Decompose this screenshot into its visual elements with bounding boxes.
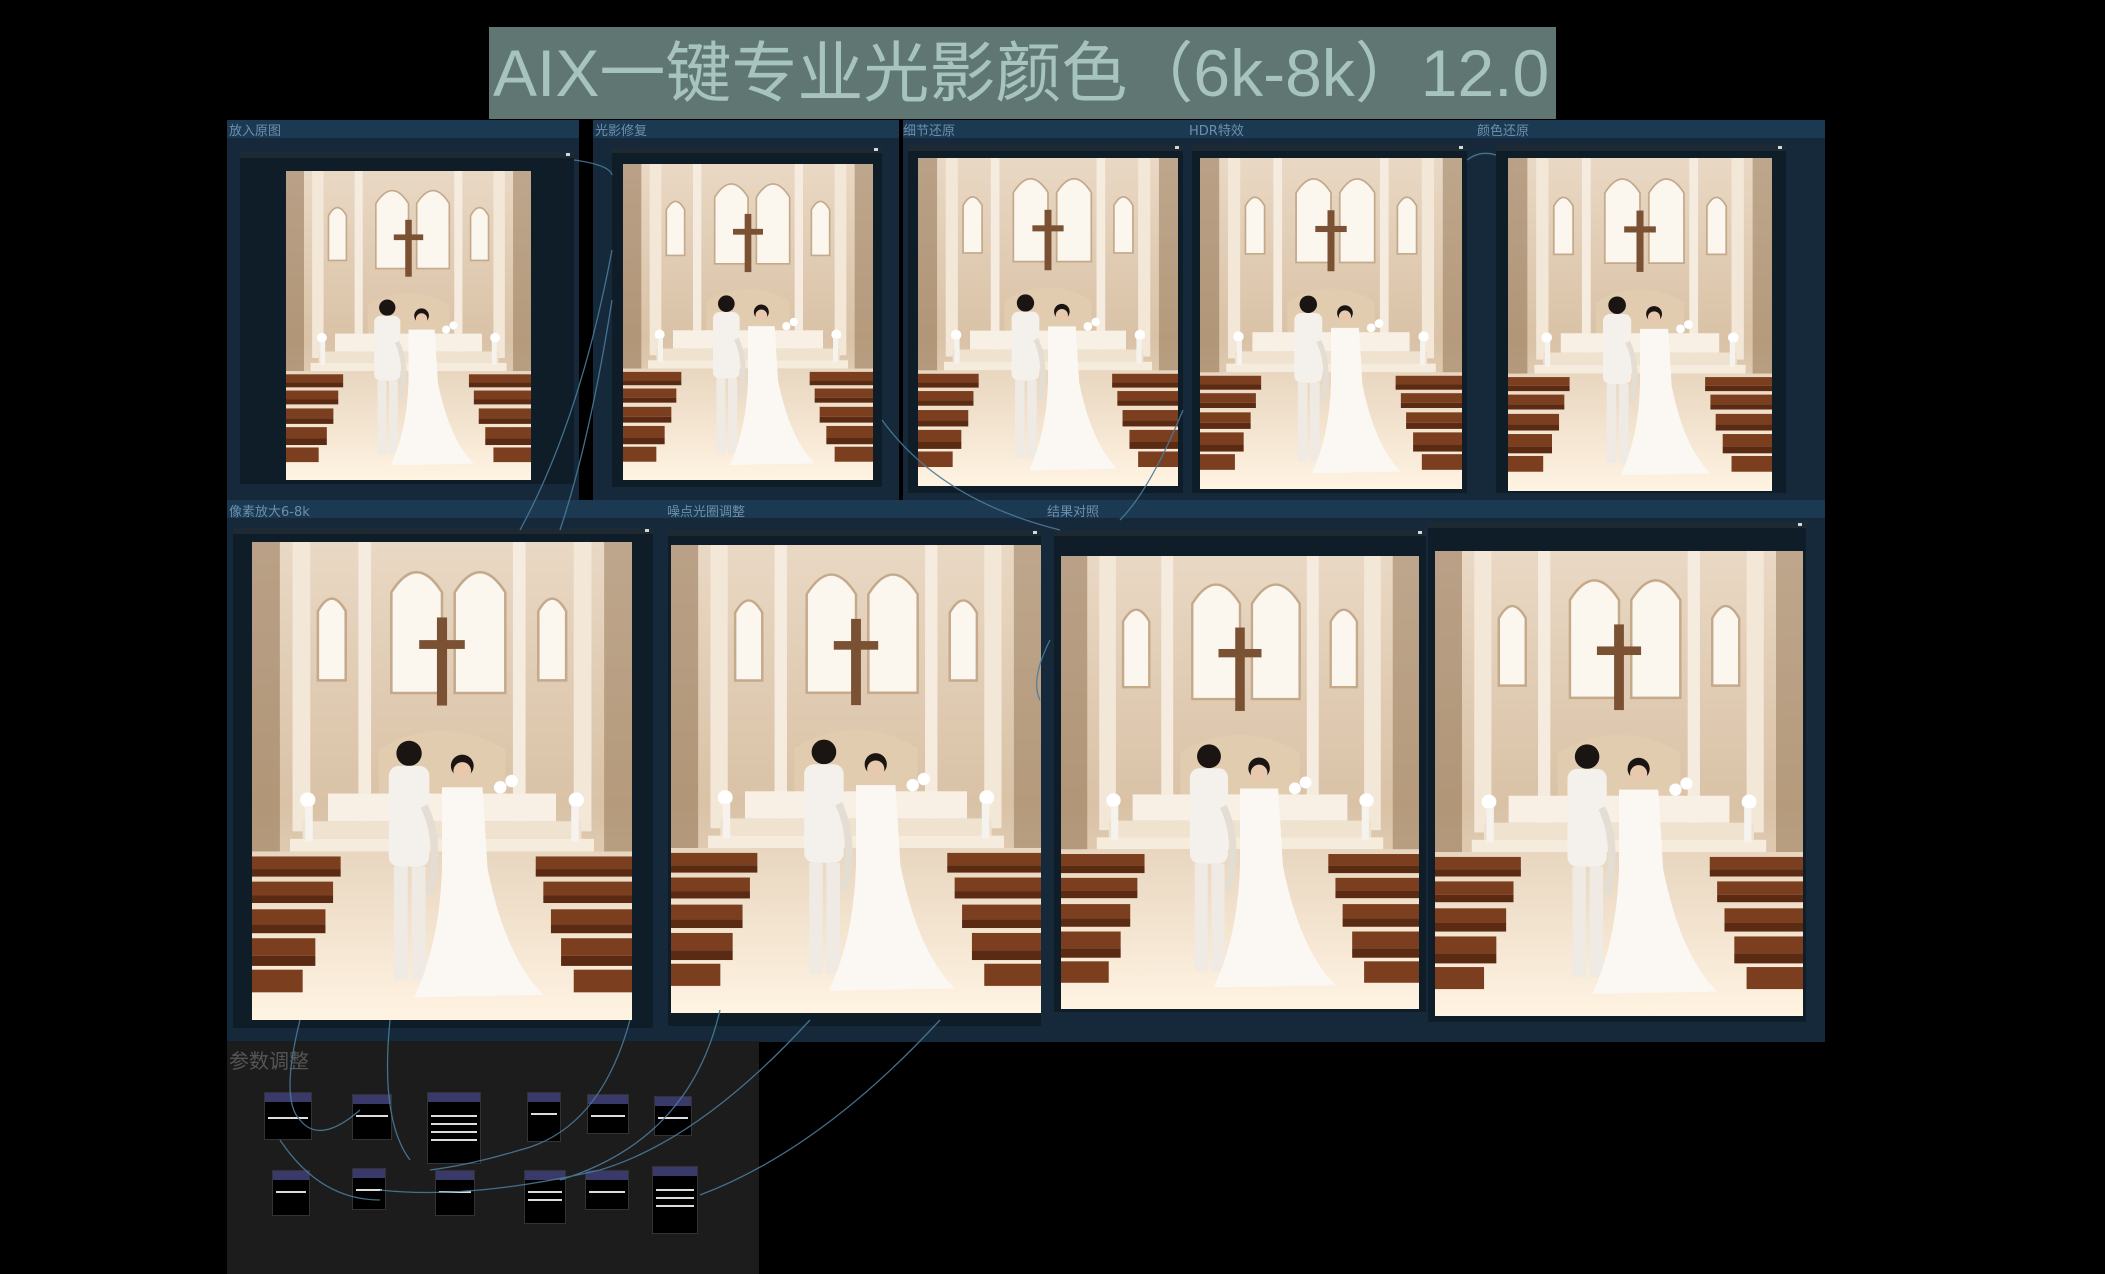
param-node[interactable]	[587, 1094, 629, 1134]
group-label-load-image: 放入原图	[229, 124, 282, 139]
preview-image-upscale	[252, 542, 632, 1020]
group-label-params: 参数调整	[229, 1049, 309, 1073]
param-node[interactable]	[435, 1170, 475, 1216]
preview-image-light-repair	[623, 164, 873, 480]
param-node[interactable]	[652, 1166, 698, 1234]
group-label-noise-aperture: 噪点光圈调整	[667, 505, 746, 520]
param-node[interactable]	[524, 1170, 566, 1224]
param-node[interactable]	[427, 1092, 481, 1164]
param-node[interactable]	[527, 1092, 561, 1142]
preview-image-color	[1508, 158, 1772, 491]
param-node[interactable]	[352, 1094, 392, 1140]
group-label-light-repair: 光影修复	[595, 124, 648, 139]
group-label-result-compare: 结果对照	[1047, 505, 1100, 520]
compare-image-after	[1435, 551, 1803, 1016]
param-node[interactable]	[585, 1170, 629, 1210]
group-label-upscale: 像素放大6-8k	[229, 505, 310, 520]
preview-image-noise	[671, 545, 1041, 1013]
group-label-hdr-effect: HDR特效	[1189, 124, 1244, 139]
param-node[interactable]	[654, 1096, 692, 1136]
preview-image-original	[286, 171, 531, 480]
preview-image-detail	[918, 158, 1178, 486]
group-params[interactable]	[227, 1041, 759, 1274]
group-label-color-restore: 颜色还原	[1477, 124, 1530, 139]
workflow-title: AIX一键专业光影颜色（6k-8k）12.0	[489, 27, 1556, 119]
param-node[interactable]	[272, 1170, 310, 1216]
param-node[interactable]	[352, 1168, 386, 1210]
group-label-detail-restore: 细节还原	[903, 124, 956, 139]
compare-image-before	[1061, 556, 1419, 1009]
preview-image-hdr	[1200, 158, 1462, 489]
param-node[interactable]	[264, 1092, 312, 1140]
